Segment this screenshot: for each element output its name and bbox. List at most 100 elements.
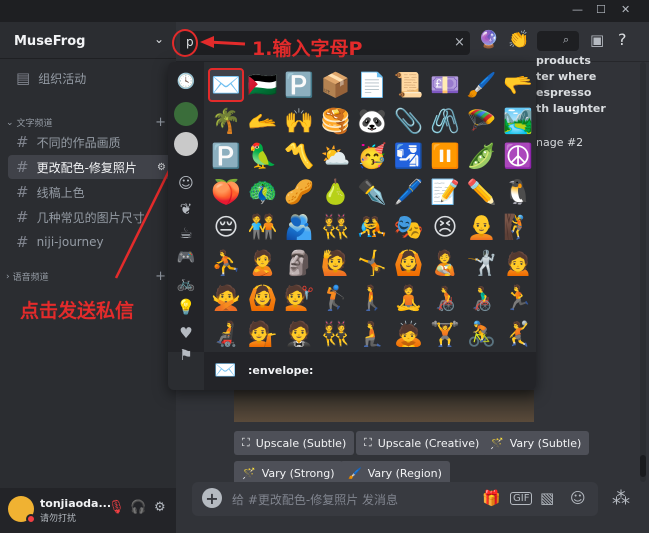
- emoji-item[interactable]: 🧗: [500, 210, 536, 244]
- emoji-item[interactable]: 🦚: [245, 175, 281, 209]
- emoji-item[interactable]: 📎: [391, 104, 427, 138]
- emoji-item[interactable]: 🧑‍🤝‍🧑: [245, 210, 281, 244]
- emoji-item[interactable]: 🛂: [391, 139, 427, 173]
- settings-gear-icon[interactable]: ⚙: [154, 500, 166, 515]
- emoji-item[interactable]: 👯: [318, 317, 354, 351]
- emoji-item[interactable]: 🖌️: [464, 68, 500, 102]
- emoji-item[interactable]: 🖊️: [391, 175, 427, 209]
- emoji-item[interactable]: 🤸: [354, 246, 390, 280]
- emoji-item[interactable]: 🍑: [208, 175, 244, 209]
- leaf-icon[interactable]: ❦: [176, 200, 196, 218]
- emoji-item[interactable]: 🎭: [391, 210, 427, 244]
- emoji-item[interactable]: 🙍: [500, 246, 536, 280]
- emoji-item[interactable]: 🚴: [464, 317, 500, 351]
- apps-icon[interactable]: ⁂: [612, 488, 630, 509]
- clap-hands-icon[interactable]: 👏: [508, 30, 529, 50]
- events-item[interactable]: ▤ 组织活动: [8, 66, 172, 90]
- emoji-item[interactable]: 🅿️: [208, 139, 244, 173]
- emoji-item[interactable]: 🏋️: [427, 317, 463, 351]
- emoji-item[interactable]: 🙎: [245, 246, 281, 280]
- emoji-item[interactable]: 📦: [318, 68, 354, 102]
- emoji-item[interactable]: ☮️: [500, 139, 536, 173]
- emoji-item[interactable]: 〽️: [281, 139, 317, 173]
- emoji-item[interactable]: 🗿: [281, 246, 317, 280]
- sidebar-item-channel[interactable]: # 线稿上色: [8, 180, 172, 204]
- add-channel-icon[interactable]: +: [155, 115, 166, 130]
- clock-icon[interactable]: 🕓: [176, 72, 196, 90]
- gif-icon[interactable]: GIF: [510, 492, 533, 505]
- heart-icon[interactable]: ♥: [176, 324, 196, 342]
- emoji-item[interactable]: 🙋: [318, 246, 354, 280]
- emoji-item[interactable]: 🏞️: [500, 104, 536, 138]
- emoji-item[interactable]: 🥞: [318, 104, 354, 138]
- emoji-item[interactable]: 🐧: [500, 175, 536, 209]
- emoji-item[interactable]: 😔: [208, 210, 244, 244]
- emoji-item[interactable]: 🧑‍🍼: [427, 246, 463, 280]
- emoji-item[interactable]: 😣: [427, 210, 463, 244]
- emoji-item[interactable]: 📝: [427, 175, 463, 209]
- sidebar-item-channel[interactable]: # 几种常见的图片尺寸: [8, 205, 172, 229]
- emoji-item[interactable]: 🐼: [354, 104, 390, 138]
- emoji-item[interactable]: 🫴: [245, 104, 281, 138]
- username[interactable]: tonjiaoda...: [40, 497, 111, 510]
- emoji-item[interactable]: 🖇️: [427, 104, 463, 138]
- emoji-item[interactable]: ⛅: [318, 139, 354, 173]
- sidebar-item-channel[interactable]: # 不同的作品画质: [8, 130, 172, 154]
- add-attachment-icon[interactable]: +: [202, 488, 222, 508]
- emoji-item[interactable]: ✒️: [354, 175, 390, 209]
- inbox-icon[interactable]: ▣: [590, 31, 604, 49]
- help-icon[interactable]: ?: [618, 30, 627, 49]
- flag-icon[interactable]: ⚑: [176, 346, 196, 364]
- server-name[interactable]: MuseFrog: [14, 34, 85, 49]
- text-channels-category[interactable]: ⌄ 文字频道 +: [6, 115, 170, 130]
- lamp-icon[interactable]: 💡: [176, 298, 196, 316]
- headphones-icon[interactable]: 🎧: [130, 500, 146, 515]
- emoji-item[interactable]: 🧑‍🦽: [427, 281, 463, 315]
- bike-icon[interactable]: 🚲: [176, 274, 196, 292]
- emoji-item[interactable]: 📜: [391, 68, 427, 102]
- chevron-down-icon[interactable]: ⌄: [154, 32, 164, 46]
- gamepad-icon[interactable]: 🎮: [176, 248, 196, 266]
- server-icon[interactable]: [174, 102, 198, 126]
- generated-image[interactable]: [234, 390, 534, 422]
- voice-channels-category[interactable]: › 语音频道 +: [6, 269, 170, 284]
- nitro-icon[interactable]: 🔮: [478, 30, 499, 50]
- emoji-item[interactable]: 🙇: [391, 317, 427, 351]
- emoji-item[interactable]: 💷: [427, 68, 463, 102]
- emoji-item[interactable]: 📄: [354, 68, 390, 102]
- emoji-item[interactable]: 🤼: [354, 210, 390, 244]
- upscale-creative-button[interactable]: ⛶ Upscale (Creative): [356, 431, 488, 455]
- emoji-item[interactable]: 🇵🇸: [245, 68, 281, 102]
- scrollbar-thumb[interactable]: [640, 455, 646, 477]
- emoji-item[interactable]: 👯: [318, 210, 354, 244]
- maximize-button[interactable]: ☐: [596, 3, 606, 16]
- emoji-item[interactable]: 🙅: [208, 281, 244, 315]
- minimize-button[interactable]: —: [572, 3, 583, 16]
- emoji-item[interactable]: 🚶: [354, 281, 390, 315]
- emoji-item[interactable]: ✏️: [464, 175, 500, 209]
- emoji-item[interactable]: ⏸️: [427, 139, 463, 173]
- emoji-item[interactable]: 🙌: [281, 104, 317, 138]
- emoji-item[interactable]: 🤵: [281, 317, 317, 351]
- gift-icon[interactable]: 🎁: [482, 489, 501, 507]
- emoji-item[interactable]: 🫛: [464, 139, 500, 173]
- emoji-item[interactable]: 🏃: [500, 281, 536, 315]
- emoji-item[interactable]: 🤺: [464, 246, 500, 280]
- emoji-icon[interactable]: ☺: [570, 489, 586, 507]
- message-search-input[interactable]: ⌕: [537, 31, 579, 51]
- clear-search-icon[interactable]: ×: [454, 35, 465, 50]
- vary-subtle-button[interactable]: 🪄 Vary (Subtle): [482, 431, 590, 455]
- smiley-icon[interactable]: ☺: [176, 174, 196, 192]
- emoji-item[interactable]: 🫂: [281, 210, 317, 244]
- emoji-item[interactable]: 🙆: [245, 281, 281, 315]
- server-icon[interactable]: [174, 132, 198, 156]
- scrollbar-track[interactable]: [640, 62, 646, 482]
- mic-muted-icon[interactable]: 🎙: [108, 500, 125, 515]
- upscale-subtle-button[interactable]: ⛶ Upscale (Subtle): [234, 431, 355, 455]
- emoji-item[interactable]: 🤾: [500, 317, 536, 351]
- sidebar-item-channel[interactable]: # niji-journey: [8, 230, 172, 254]
- emoji-item[interactable]: 👨‍🦽: [464, 281, 500, 315]
- emoji-item[interactable]: 🌴: [208, 104, 244, 138]
- emoji-item[interactable]: 🦜: [245, 139, 281, 173]
- add-channel-icon[interactable]: +: [155, 269, 166, 284]
